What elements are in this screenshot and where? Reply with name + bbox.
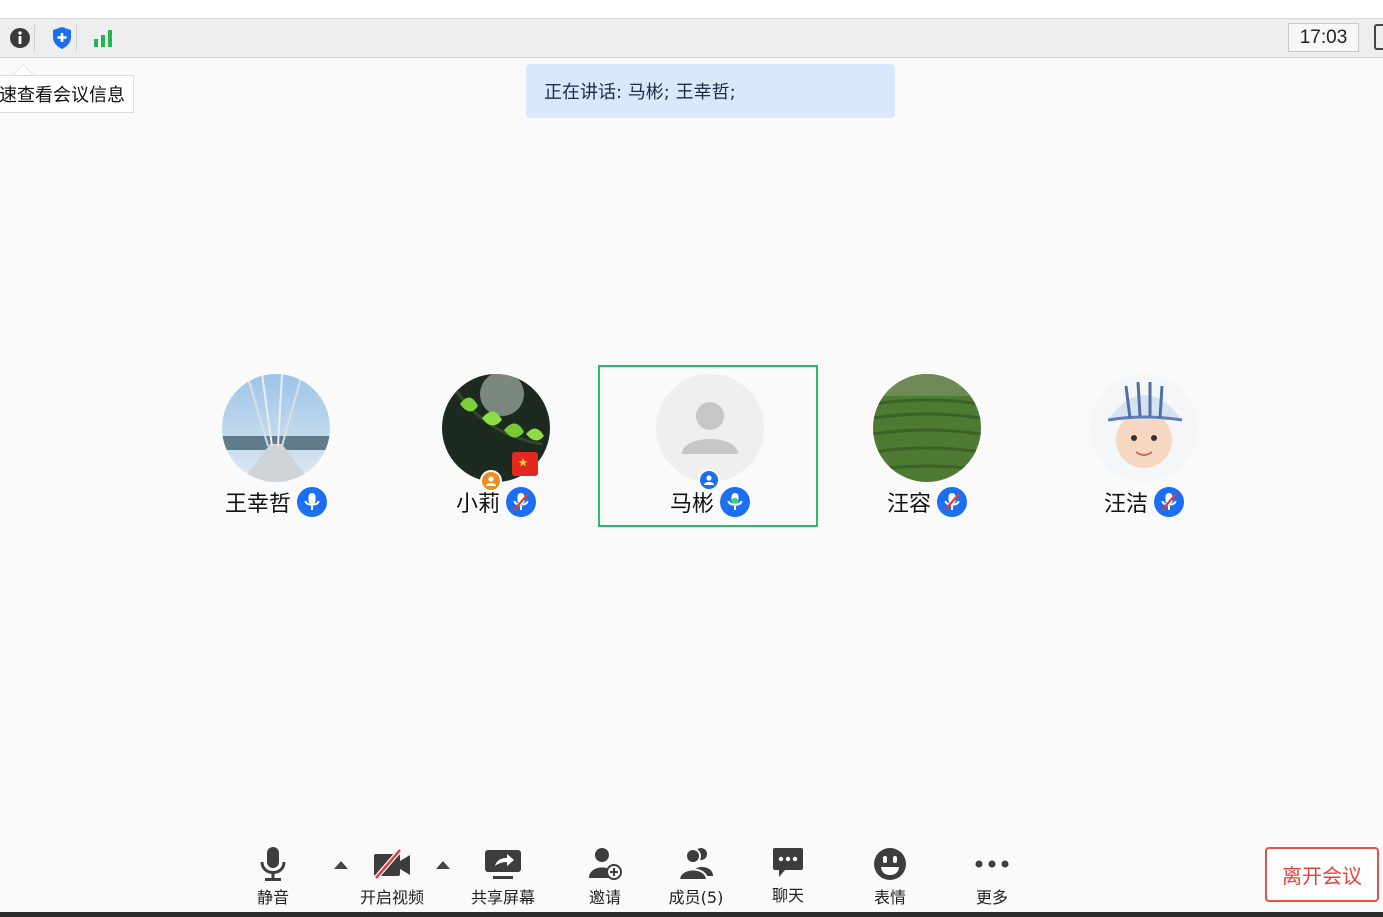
tooltip-arrow [12,64,34,75]
more-button[interactable]: 更多 [970,846,1014,908]
share-screen-button[interactable]: 共享屏幕 [466,846,540,908]
avatar-placeholder [656,374,764,482]
mic-speaking-icon[interactable] [720,487,750,517]
emoji-icon [874,848,906,880]
microphone-icon [260,847,286,881]
window-top-strip [0,0,1383,19]
participant-name-row: 小莉 [386,486,606,518]
network-status-button[interactable] [89,24,119,52]
participant-name: 王幸哲 [224,492,291,517]
participant-tile-active[interactable]: 马彬 [598,365,818,527]
mute-label: 静音 [256,888,289,907]
share-screen-icon [485,850,521,879]
members-icon [677,848,713,881]
members-label: 成员(5) [668,888,724,907]
participant-tile[interactable]: 王幸哲 [166,374,386,524]
security-shield-icon [52,27,71,49]
video-off-icon [374,848,410,880]
info-icon [9,28,30,48]
mic-on-icon[interactable] [297,487,327,517]
more-label: 更多 [975,888,1008,907]
participant-name-row: 马彬 [600,486,820,518]
signal-strength-icon [94,30,112,47]
start-video-label: 开启视频 [359,888,424,907]
mic-muted-icon[interactable] [1154,487,1184,517]
avatar [222,374,330,482]
more-dots-icon [975,860,1009,868]
start-video-button[interactable]: 开启视频 [356,846,428,908]
participant-name: 汪容 [886,492,931,517]
window-bottom-edge [0,912,1383,917]
security-button[interactable] [47,24,77,52]
participant-name: 马彬 [669,492,714,517]
leave-meeting-button[interactable]: 离开会议 [1265,847,1379,902]
invite-user-icon [589,848,622,880]
participant-name-row: 王幸哲 [166,486,386,518]
invite-label: 邀请 [588,888,621,907]
chat-label: 聊天 [771,886,804,905]
reaction-button[interactable]: 表情 [869,846,911,908]
participant-tile[interactable]: 汪容 [817,374,1037,524]
meeting-info-tooltip: 速查看会议信息 [0,75,134,113]
participant-name: 小莉 [455,492,500,517]
members-button[interactable]: 成员(5) [665,846,727,908]
avatar [873,374,981,482]
chat-icon [773,848,803,877]
meeting-clock: 17:03 [1288,23,1359,52]
participant-name: 汪洁 [1103,492,1148,517]
chat-button[interactable]: 聊天 [767,846,809,906]
mic-muted-icon[interactable] [506,487,536,517]
mute-button[interactable]: 静音 [247,846,299,908]
fullscreen-icon[interactable] [1374,24,1383,50]
audio-options-caret-icon[interactable] [334,861,348,869]
participant-name-row: 汪洁 [1034,486,1254,518]
participant-tile[interactable]: 汪洁 [1034,374,1254,524]
reaction-label: 表情 [873,888,906,907]
share-screen-label: 共享屏幕 [470,888,535,907]
speaking-banner: 正在讲话: 马彬; 王幸哲; [526,64,895,118]
flag-icon [512,452,538,476]
mic-muted-icon[interactable] [937,487,967,517]
info-button[interactable] [5,24,35,52]
participant-tile[interactable]: 小莉 [386,374,606,524]
meeting-toolbar: 静音 开启视频 共享屏幕 邀请 成员(5) 聊天 表情 更多 [0,836,1383,917]
meeting-topbar: 17:03 [0,19,1383,58]
invite-button[interactable]: 邀请 [584,846,626,908]
avatar [1090,374,1198,482]
video-options-caret-icon[interactable] [436,861,450,869]
participant-name-row: 汪容 [817,486,1037,518]
